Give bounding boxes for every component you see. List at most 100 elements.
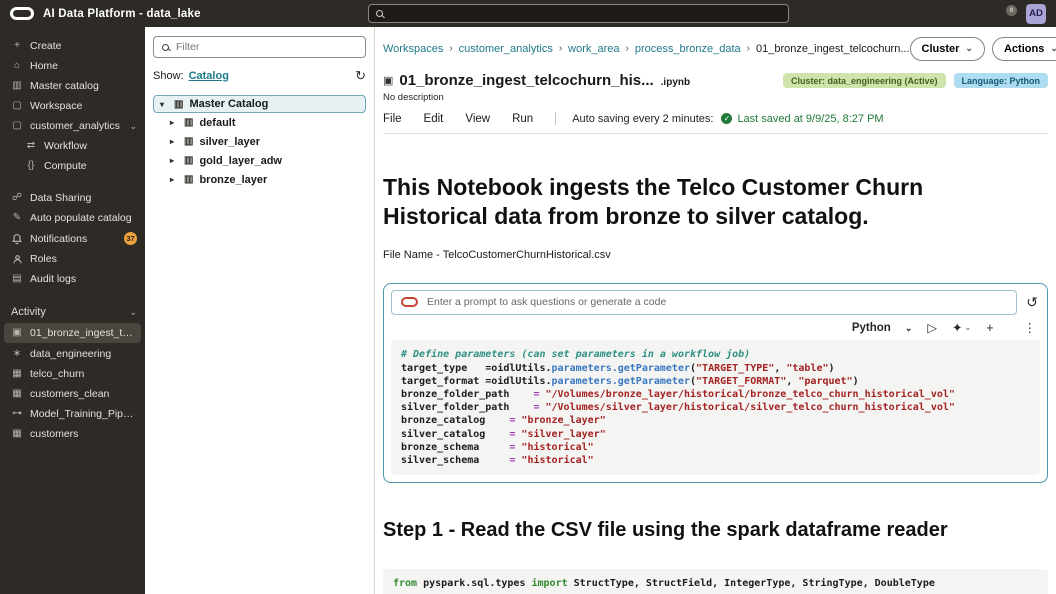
activity-item-customers[interactable]: ▦ customers [0, 424, 145, 444]
notebook-icon: ▣ [12, 327, 22, 338]
actions-dropdown[interactable]: Actions ⌄ [991, 36, 1056, 61]
triangle-right-icon: ▸ [170, 156, 175, 165]
tree-node-silver-layer[interactable]: ▸ ▥ silver_layer [153, 132, 366, 151]
chevron-down-icon: ⌄ [965, 43, 973, 53]
activity-item-data-engineering[interactable]: ∗ data_engineering [0, 344, 145, 364]
breadcrumb-item[interactable]: customer_analytics [459, 43, 553, 55]
sidebar-item-compute[interactable]: {} Compute [0, 156, 145, 176]
activity-item-telco-churn[interactable]: ▦ telco_churn [0, 364, 145, 384]
global-search[interactable] [368, 4, 789, 23]
activity-label: Activity [11, 306, 46, 318]
home-icon: ⌂ [13, 60, 21, 71]
breadcrumb-item[interactable]: process_bronze_data [635, 43, 741, 55]
code-block-import[interactable]: from pyspark.sql.types import StructType… [383, 569, 1048, 594]
catalog-tree: ▾ ▥ Master Catalog ▸ ▥ default ▸ ▥ silver_lay… [153, 95, 366, 189]
sidebar-item-label: Roles [30, 253, 57, 265]
menu-file[interactable]: File [383, 113, 402, 125]
sidebar-item-roles[interactable]: Roles [0, 249, 145, 269]
menu-edit[interactable]: Edit [424, 113, 444, 125]
show-label: Show: [153, 69, 184, 82]
sidebar-item-workflow[interactable]: ⇄ Workflow [0, 136, 145, 156]
code-editor[interactable]: # Define parameters (can set parameters … [391, 340, 1040, 476]
breadcrumb-item[interactable]: work_area [568, 43, 619, 55]
activity-item-label: data_engineering [30, 348, 112, 360]
oracle-ai-icon [401, 297, 418, 308]
activity-item-01-bronze-ingest[interactable]: ▣ 01_bronze_ingest_tel... [4, 323, 141, 343]
breadcrumb-separator: › [449, 43, 453, 54]
tree-node-label: Master Catalog [189, 98, 269, 110]
chevron-down-icon: ⌄ [129, 306, 137, 317]
compute-icon: {} [27, 160, 35, 171]
sidebar-item-notifications[interactable]: Notifications 37 [0, 228, 145, 249]
chevron-down-icon: ⌄ [1050, 43, 1056, 53]
ai-prompt-box[interactable] [391, 289, 1018, 315]
cluster-status-badge: Cluster: data_engineering (Active) [782, 73, 946, 88]
history-icon[interactable]: ↺ [1026, 295, 1038, 309]
app-title: AI Data Platform - data_lake [43, 7, 201, 20]
sidebar-item-customer-analytics[interactable]: ▢ customer_analytics ⌄ [0, 116, 145, 136]
code-line: target_format =oidlUtils.parameters.getP… [401, 375, 859, 387]
sidebar-item-label: Master catalog [30, 80, 99, 92]
sidebar-item-label: customer_analytics [30, 120, 120, 132]
refresh-icon[interactable]: ↻ [355, 69, 366, 82]
data-sharing-icon: ☍ [11, 192, 23, 203]
tree-node-label: silver_layer [199, 135, 261, 148]
activity-section-header[interactable]: Activity ⌄ [0, 302, 145, 322]
activity-item-model-training-pipeline[interactable]: ⊶ Model_Training_Pipel... [0, 404, 145, 424]
last-saved-text: Last saved at 9/9/25, 8:27 PM [737, 112, 884, 125]
cell-more-menu[interactable]: ⋮ [1024, 322, 1037, 335]
sidebar-item-label: Auto populate catalog [30, 212, 132, 224]
notebook-menubar: File Edit View Run Auto saving every 2 minu… [383, 112, 1048, 134]
activity-item-customers-clean[interactable]: ▦ customers_clean [0, 384, 145, 404]
filter-box[interactable] [153, 36, 366, 58]
sidebar-item-workspace[interactable]: ▢ Workspace [0, 96, 145, 116]
global-search-input[interactable] [389, 8, 781, 19]
add-cell-button[interactable]: + [986, 322, 993, 335]
markdown-heading: This Notebook ingests the Telco Customer… [383, 174, 924, 230]
tree-node-master-catalog[interactable]: ▾ ▥ Master Catalog [153, 95, 366, 113]
activity-item-label: Model_Training_Pipel... [30, 408, 137, 420]
search-icon [162, 43, 169, 51]
sidebar-nav: + Create ⌂ Home ▥ Master catalog ▢ Workspace ▢ cu… [0, 36, 145, 289]
tree-node-gold-layer-adw[interactable]: ▸ ▥ gold_layer_adw [153, 151, 366, 170]
breadcrumb-separator: › [558, 43, 563, 54]
sidebar-item-data-sharing[interactable]: ☍ Data Sharing [0, 188, 145, 208]
schema-book-icon: ▥ [184, 117, 194, 128]
ai-sparkle-button[interactable]: ✦ ⌄ [952, 322, 971, 335]
catalog-link[interactable]: Catalog [189, 70, 229, 82]
menu-run[interactable]: Run [512, 113, 533, 125]
filter-input[interactable] [176, 41, 357, 53]
bell-icon [11, 233, 23, 245]
tree-node-label: default [199, 116, 236, 129]
search-icon [376, 10, 383, 17]
auto-populate-icon: ✎ [12, 212, 22, 223]
run-cell-button[interactable]: ▷ [927, 322, 937, 335]
catalog-book-icon: ▥ [174, 98, 184, 110]
triangle-right-icon: ▸ [170, 175, 175, 184]
sidebar-item-auto-populate-catalog[interactable]: ✎ Auto populate catalog [0, 208, 145, 228]
menu-view[interactable]: View [465, 113, 490, 125]
schema-book-icon: ▥ [184, 174, 194, 185]
cluster-dropdown[interactable]: Cluster ⌄ [909, 36, 985, 61]
cluster-icon: ∗ [12, 348, 22, 359]
breadcrumb-item: 01_bronze_ingest_telcochurn... [756, 42, 910, 55]
sidebar-item-label: Create [30, 40, 62, 52]
tree-node-bronze-layer[interactable]: ▸ ▥ bronze_layer [153, 170, 366, 189]
chevron-down-icon: ⌄ [964, 323, 972, 333]
code-line: from pyspark.sql.types import StructType… [393, 578, 935, 590]
sidebar-item-create[interactable]: + Create [0, 36, 145, 56]
sidebar-item-master-catalog[interactable]: ▥ Master catalog [0, 76, 145, 96]
table-icon: ▦ [12, 368, 22, 379]
code-line: silver_schema = "historical" [401, 455, 594, 466]
sidebar-item-home[interactable]: ⌂ Home [0, 56, 145, 76]
check-icon: ✓ [721, 113, 733, 124]
breadcrumb-item[interactable]: Workspaces [383, 43, 443, 55]
tree-node-default[interactable]: ▸ ▥ default [153, 113, 366, 132]
language-dropdown[interactable]: Python ⌄ [852, 322, 913, 334]
breadcrumb-separator: › [625, 43, 629, 54]
bell-badge: 0 [1006, 4, 1017, 16]
sidebar-item-audit-logs[interactable]: ▤ Audit logs [0, 269, 145, 289]
ai-prompt-input[interactable] [427, 296, 1008, 309]
sidebar-item-label: Notifications [30, 232, 88, 245]
avatar[interactable]: AD [1026, 3, 1046, 24]
